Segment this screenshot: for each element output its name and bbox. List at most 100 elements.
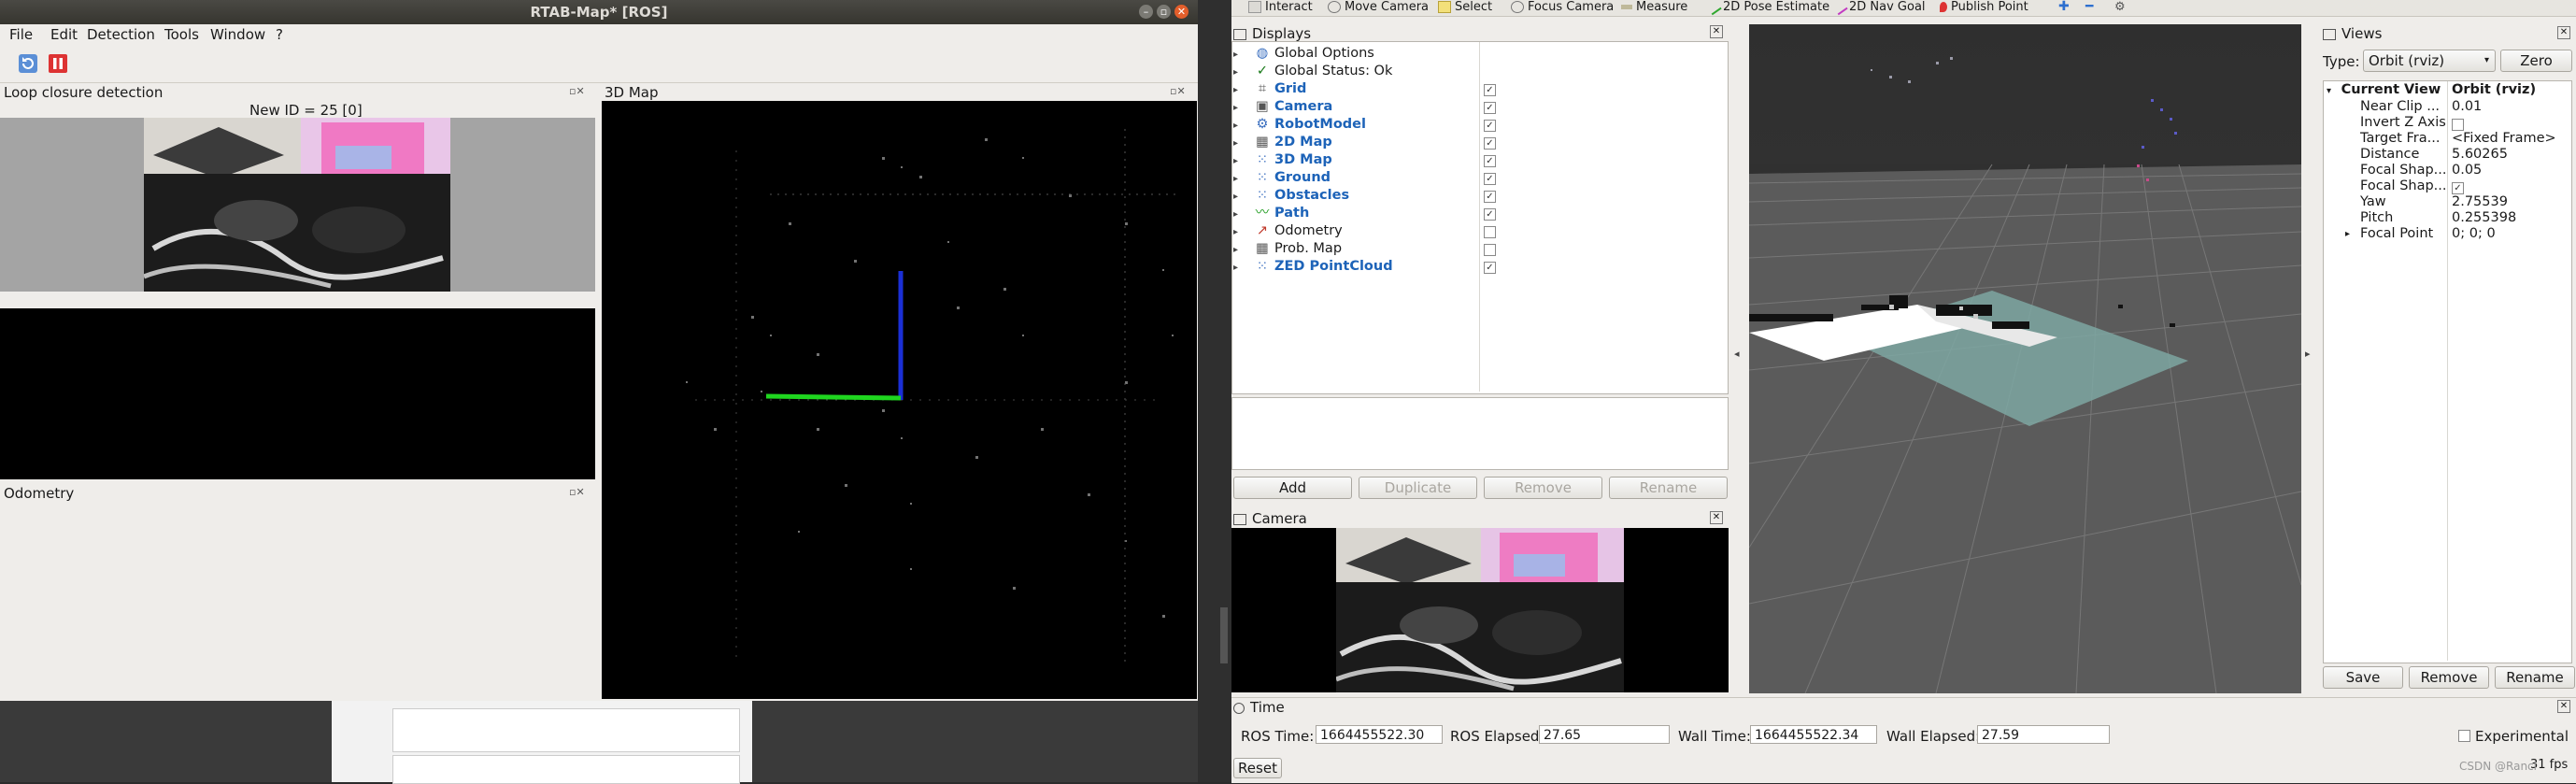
display-enable-checkbox[interactable]: ✓	[1484, 137, 1496, 150]
expand-arrow-icon[interactable]: ▸	[1233, 135, 1246, 152]
display-row[interactable]: ▸ ▦ 2D Map ✓	[1233, 134, 1725, 151]
view-property-checkbox[interactable]	[2452, 119, 2464, 131]
view-property-row[interactable]: Distance 5.60265	[2327, 147, 2568, 163]
expand-arrow-icon[interactable]: ▸	[1233, 170, 1246, 188]
remove-tool-icon[interactable]: ━	[2085, 0, 2093, 14]
tool-interact[interactable]: Interact	[1248, 0, 1313, 14]
expand-arrow-icon[interactable]: ▸	[1233, 206, 1246, 223]
display-enable-checkbox[interactable]: ✓	[1484, 120, 1496, 132]
minimize-button[interactable]: –	[1139, 5, 1153, 19]
view-property-checkbox[interactable]: ✓	[2452, 182, 2464, 194]
remove-display-button[interactable]: Remove	[1484, 477, 1602, 499]
display-row[interactable]: ▸ ⁙ ZED PointCloud ✓	[1233, 258, 1725, 276]
view-property-row[interactable]: Focal Shap... ✓	[2327, 178, 2568, 194]
expand-arrow-icon[interactable]: ▸	[1233, 117, 1246, 135]
tool-focus-camera[interactable]: Focus Camera	[1511, 0, 1614, 14]
displays-close-icon[interactable]: ✕	[1710, 25, 1723, 38]
display-enable-checkbox[interactable]: ✓	[1484, 208, 1496, 221]
menu-help[interactable]: ?	[276, 26, 283, 43]
tool-properties-icon[interactable]: ⚙	[2114, 0, 2126, 14]
display-row[interactable]: ▸ ▦ Prob. Map	[1233, 240, 1725, 258]
dock-buttons[interactable]: ▫✕	[569, 85, 585, 97]
display-row[interactable]: ▸ ▣ Camera ✓	[1233, 98, 1725, 116]
view-property-row[interactable]: Near Clip ... 0.01	[2327, 99, 2568, 115]
rviz-3d-view[interactable]	[1749, 24, 2301, 693]
divider-scroll-handle[interactable]	[1220, 607, 1228, 663]
display-enable-checkbox[interactable]: ✓	[1484, 84, 1496, 96]
rename-display-button[interactable]: Rename	[1609, 477, 1728, 499]
reset-button[interactable]: Reset	[1233, 758, 1282, 778]
left-collapse-arrow[interactable]: ◂	[1734, 348, 1740, 360]
ros-elapsed-field[interactable]: 27.65	[1539, 725, 1670, 744]
view-type-select[interactable]: Orbit (rviz) ▾	[2363, 50, 2496, 72]
wall-elapsed-field[interactable]: 27.59	[1977, 725, 2110, 744]
display-row[interactable]: ▸ ⁙ Ground ✓	[1233, 169, 1725, 187]
display-enable-checkbox[interactable]: ✓	[1484, 262, 1496, 274]
expand-arrow-icon[interactable]: ▸	[1233, 223, 1246, 241]
display-enable-checkbox[interactable]: ✓	[1484, 102, 1496, 114]
right-collapse-arrow[interactable]: ▸	[2305, 348, 2311, 360]
expand-arrow-icon[interactable]: ▸	[1233, 46, 1246, 64]
tool-select[interactable]: Select	[1438, 0, 1492, 14]
save-view-button[interactable]: Save	[2323, 666, 2403, 689]
pause-icon[interactable]	[48, 53, 68, 74]
close-button[interactable]: ✕	[1174, 5, 1188, 19]
display-enable-checkbox[interactable]: ✓	[1484, 191, 1496, 203]
tool-move-camera[interactable]: Move Camera	[1328, 0, 1429, 14]
display-row[interactable]: ▸ ◍ Global Options	[1233, 45, 1725, 63]
display-row[interactable]: ▸ ⁙ 3D Map ✓	[1233, 151, 1725, 169]
display-row[interactable]: ▸ ⁙ Obstacles ✓	[1233, 187, 1725, 205]
wall-time-field[interactable]: 1664455522.34	[1750, 725, 1877, 744]
menu-detection[interactable]: Detection	[87, 26, 155, 43]
camera-close-icon[interactable]: ✕	[1710, 511, 1723, 524]
add-display-button[interactable]: Add	[1233, 477, 1352, 499]
display-enable-checkbox[interactable]	[1484, 226, 1496, 238]
refresh-icon[interactable]	[18, 53, 38, 74]
display-row[interactable]: ▸ 〰 Path ✓	[1233, 205, 1725, 222]
maximize-button[interactable]: ▫	[1157, 5, 1171, 19]
view-property-row[interactable]: Focal Shap... 0.05	[2327, 163, 2568, 178]
menu-tools[interactable]: Tools	[164, 26, 199, 43]
display-row[interactable]: ▸ ⌗ Grid ✓	[1233, 80, 1725, 98]
view-property-row[interactable]: Target Fra... <Fixed Frame>	[2327, 131, 2568, 147]
tool-measure[interactable]: Measure	[1621, 0, 1687, 14]
display-enable-checkbox[interactable]	[1484, 244, 1496, 256]
expand-arrow-icon[interactable]: ▸	[1233, 81, 1246, 99]
view-property-row[interactable]: ▸ Focal Point 0; 0; 0	[2327, 226, 2568, 242]
dock-buttons[interactable]: ▫✕	[569, 486, 585, 498]
view-property-row[interactable]: Yaw 2.75539	[2327, 194, 2568, 210]
tool-publish-point[interactable]: Publish Point	[1940, 0, 2028, 14]
time-close-icon[interactable]: ✕	[2557, 700, 2570, 713]
expand-arrow-icon[interactable]: ▸	[1233, 64, 1246, 81]
menu-window[interactable]: Window	[210, 26, 265, 43]
experimental-checkbox[interactable]	[2458, 730, 2470, 742]
expand-arrow-icon[interactable]: ▸	[2345, 226, 2350, 242]
expand-arrow-icon[interactable]: ▸	[1233, 259, 1246, 277]
menu-edit[interactable]: Edit	[50, 26, 78, 43]
dock-buttons[interactable]: ▫✕	[1170, 85, 1186, 97]
expand-arrow-icon[interactable]: ▸	[1233, 99, 1246, 117]
add-tool-icon[interactable]: ✚	[2058, 0, 2070, 14]
remove-view-button[interactable]: Remove	[2409, 666, 2489, 689]
view-property-row[interactable]: Invert Z Axis	[2327, 115, 2568, 131]
rename-view-button[interactable]: Rename	[2495, 666, 2575, 689]
menu-file[interactable]: File	[9, 26, 33, 43]
display-row[interactable]: ▸ ✓ Global Status: Ok	[1233, 63, 1725, 80]
map3d-view[interactable]	[602, 101, 1197, 699]
view-property-value: 2.75539	[2452, 194, 2508, 209]
display-enable-checkbox[interactable]: ✓	[1484, 155, 1496, 167]
display-row[interactable]: ▸ ⚙ RobotModel ✓	[1233, 116, 1725, 134]
expand-arrow-icon[interactable]: ▸	[1233, 241, 1246, 259]
ros-time-field[interactable]: 1664455522.30	[1316, 725, 1443, 744]
duplicate-display-button[interactable]: Duplicate	[1359, 477, 1477, 499]
display-enable-checkbox[interactable]: ✓	[1484, 173, 1496, 185]
zero-button[interactable]: Zero	[2500, 50, 2572, 72]
current-view-row[interactable]: ▾ Current View	[2327, 81, 2441, 99]
tool-2d-pose-estimate[interactable]: 2D Pose Estimate	[1705, 0, 1829, 16]
expand-arrow-icon[interactable]: ▸	[1233, 152, 1246, 170]
display-row[interactable]: ▸ ↗ Odometry	[1233, 222, 1725, 240]
expand-arrow-icon[interactable]: ▸	[1233, 188, 1246, 206]
views-close-icon[interactable]: ✕	[2557, 26, 2570, 39]
tool-2d-nav-goal[interactable]: 2D Nav Goal	[1831, 0, 1926, 16]
view-property-row[interactable]: Pitch 0.255398	[2327, 210, 2568, 226]
